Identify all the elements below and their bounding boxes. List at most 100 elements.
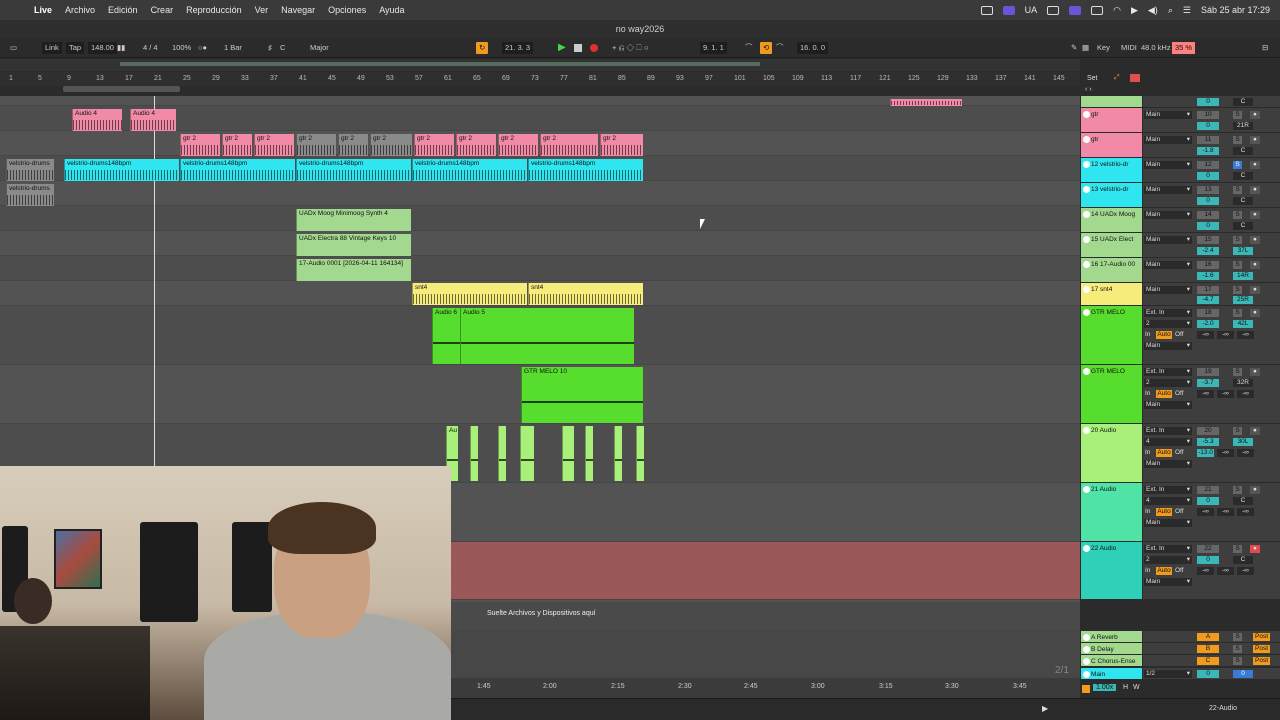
w-button[interactable]: W <box>1133 684 1140 691</box>
return-header-delay[interactable]: B Delay <box>1081 643 1142 655</box>
channel-select[interactable]: 4 <box>1144 438 1192 446</box>
clip-gtr[interactable]: gtr 2 <box>600 134 643 156</box>
send-a[interactable]: -∞ <box>1197 390 1214 398</box>
solo-button[interactable]: S <box>1233 286 1242 294</box>
drop-zone[interactable]: Suelte Archivos y Dispositivos aquí <box>451 602 1080 630</box>
monitor-auto[interactable]: Auto <box>1156 331 1172 339</box>
return-header-chorus[interactable]: C Chorus-Ense <box>1081 655 1142 667</box>
channel-select[interactable]: 2 <box>1144 379 1192 387</box>
menu-app[interactable]: Live <box>34 5 52 15</box>
zoom-field[interactable]: 100% <box>172 42 191 54</box>
output-select[interactable]: Main <box>1144 286 1192 294</box>
clip-gtr[interactable]: gtr 2 <box>180 134 220 156</box>
arm-button[interactable]: ● <box>1250 486 1260 494</box>
fold-icon[interactable] <box>1083 111 1090 118</box>
monitor-auto[interactable]: Auto <box>1156 390 1172 398</box>
track-header-drums[interactable]: 13 velstrio-dr <box>1081 183 1142 208</box>
arrangement-overview[interactable] <box>0 59 1080 71</box>
arm-button[interactable]: ● <box>1250 261 1260 269</box>
clip-snt4[interactable]: snt4 <box>528 283 643 305</box>
overview-icon[interactable]: ⊟ <box>1262 42 1268 54</box>
output-select[interactable]: Main <box>1144 111 1192 119</box>
solo-button[interactable]: S <box>1233 111 1242 119</box>
send-c[interactable]: -∞ <box>1237 508 1254 516</box>
fold-icon[interactable] <box>1083 236 1090 243</box>
menu-opciones[interactable]: Opciones <box>328 5 366 15</box>
track-header-electra[interactable]: 15 UADx Elect <box>1081 233 1142 258</box>
track-number[interactable]: 15 <box>1197 236 1219 244</box>
fold-icon[interactable] <box>1083 261 1090 268</box>
channel-select[interactable]: 4 <box>1144 497 1192 505</box>
arm-button[interactable]: ● <box>1250 309 1260 317</box>
loop-length-field[interactable]: 16. 0. 0 <box>797 42 829 54</box>
monitor-auto[interactable]: Auto <box>1156 508 1172 516</box>
monitor-off[interactable]: Off <box>1175 331 1184 339</box>
clip-audio-5[interactable]: Audio 5 <box>460 308 634 364</box>
follow-button[interactable]: ↻ <box>476 42 489 54</box>
clip-gtr[interactable]: gtr 2 <box>456 134 496 156</box>
solo-button[interactable]: S <box>1233 309 1242 317</box>
fold-icon[interactable] <box>1083 186 1090 193</box>
track-number[interactable]: 12 <box>1197 161 1219 169</box>
metronome-icon[interactable]: ▮▮ <box>117 42 125 54</box>
track-number[interactable]: 11 <box>1197 136 1219 144</box>
track-number[interactable]: 10 <box>1197 111 1219 119</box>
app-status-icon[interactable] <box>1002 5 1015 15</box>
output-select[interactable]: Main <box>1144 136 1192 144</box>
volume-field[interactable]: 0 <box>1197 172 1219 180</box>
h-button[interactable]: H <box>1123 684 1128 691</box>
input-select[interactable]: Ext. In <box>1144 309 1192 317</box>
fold-icon[interactable] <box>1083 286 1090 293</box>
pan-field[interactable]: 42L <box>1233 320 1253 328</box>
send-a[interactable]: -∞ <box>1197 508 1214 516</box>
pan-field[interactable]: C <box>1233 98 1253 106</box>
clip-snt4[interactable]: snt4 <box>412 283 527 305</box>
search-icon[interactable]: ⌕ <box>1168 5 1173 16</box>
main-track-header[interactable]: Main <box>1081 668 1142 680</box>
send-b[interactable]: -∞ <box>1217 508 1234 516</box>
volume-field[interactable]: -4.7 <box>1197 296 1219 304</box>
loop-brace[interactable] <box>63 86 180 92</box>
post-button[interactable]: Post <box>1253 645 1271 653</box>
pan-field[interactable]: 14R <box>1233 272 1253 280</box>
input-select[interactable]: Ext. In <box>1144 545 1192 553</box>
volume-icon[interactable]: ◀) <box>1148 5 1158 16</box>
fold-icon[interactable] <box>1083 671 1090 678</box>
track-number[interactable]: 16 <box>1197 261 1219 269</box>
monitor-off[interactable]: Off <box>1175 449 1184 457</box>
post-button[interactable]: Post <box>1253 633 1271 641</box>
menu-reproduccion[interactable]: Reproducción <box>186 5 242 15</box>
output-select[interactable]: Main <box>1144 161 1192 169</box>
output-select[interactable]: Main <box>1144 460 1192 468</box>
volume-field[interactable]: -2.0 <box>1197 320 1219 328</box>
key-map-button[interactable]: Key <box>1097 42 1110 54</box>
volume-field[interactable]: -2.4 <box>1197 247 1219 255</box>
zoom-icon[interactable] <box>1082 685 1090 693</box>
arm-button[interactable]: ● <box>1250 545 1260 553</box>
monitor-off[interactable]: Off <box>1175 508 1184 516</box>
pan-field[interactable]: C <box>1233 147 1253 155</box>
track-header-audio-20[interactable]: 20 Audio <box>1081 424 1142 483</box>
midi-map-button[interactable]: MIDI <box>1121 42 1137 54</box>
track-lane[interactable] <box>0 181 1080 206</box>
arm-button[interactable]: ● <box>1250 111 1260 119</box>
computer-keyboard-icon[interactable]: ▭ <box>10 42 17 54</box>
fold-icon[interactable]: ⤢ <box>1114 74 1120 82</box>
scale-icon[interactable]: ♯ <box>268 42 272 54</box>
solo-button[interactable]: S <box>1233 545 1242 553</box>
clip-drums[interactable]: velstrio-drums <box>6 159 54 181</box>
send-c[interactable]: -∞ <box>1237 449 1254 457</box>
clip-audio-4[interactable]: Audio 4 <box>130 109 176 131</box>
tempo-field[interactable]: 148.00 <box>88 42 117 54</box>
clip-drums[interactable]: velstrio-drums148bpm <box>528 159 643 181</box>
volume-field[interactable]: 0 <box>1197 98 1219 106</box>
scale-select[interactable]: Major <box>310 42 329 54</box>
output-select[interactable]: Main <box>1144 578 1192 586</box>
clip-audio-20[interactable] <box>498 426 506 481</box>
monitor-auto[interactable]: Auto <box>1156 449 1172 457</box>
menu-ver[interactable]: Ver <box>255 5 269 15</box>
fold-icon[interactable] <box>1083 646 1090 653</box>
solo-button[interactable]: S <box>1233 486 1242 494</box>
metronome-toggle-icon[interactable]: ○● <box>198 42 207 54</box>
send-c[interactable]: -∞ <box>1237 567 1254 575</box>
